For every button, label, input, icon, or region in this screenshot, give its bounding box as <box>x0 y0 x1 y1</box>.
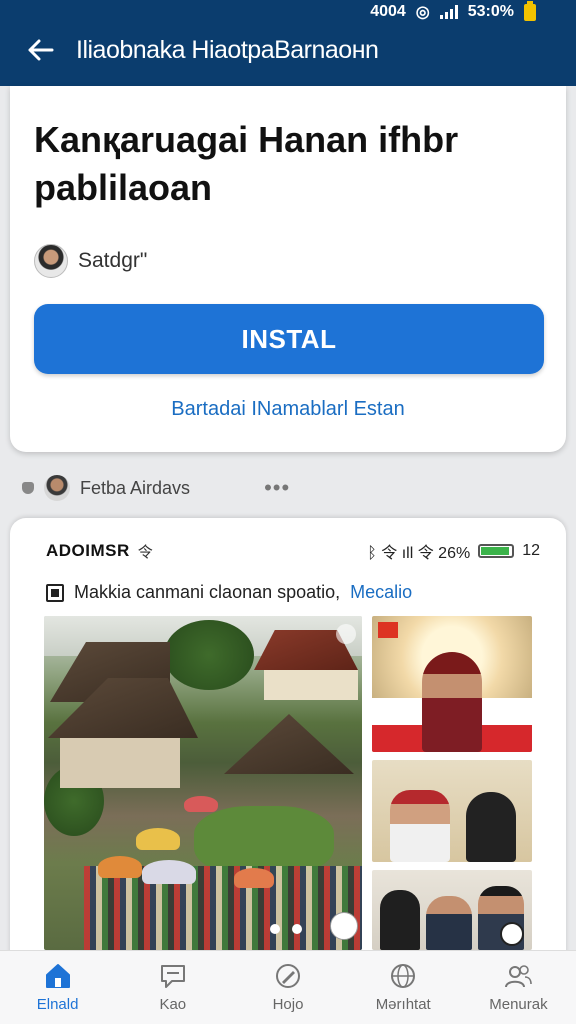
chat-icon <box>160 965 185 988</box>
publisher-row: Fetba Airdavs ••• <box>22 472 562 504</box>
preview-status-bar: ADOIMSR 令 ᛒ 令 ıll 令 26% 12 <box>46 540 540 562</box>
bottom-navigation: Elnald Kao Hojo Mərıhtat Menurak <box>0 950 576 1024</box>
globe-icon <box>391 964 416 988</box>
umbrella <box>184 796 218 812</box>
person-figure <box>426 896 472 950</box>
app-title: Kanқaruagai Hanan ifhbr pablilaoan <box>34 119 459 208</box>
install-button[interactable]: INSTAL <box>34 304 544 374</box>
nav-label-home: Elnald <box>36 996 79 1013</box>
nav-item-chat[interactable]: Kao <box>115 951 230 1024</box>
people-icon <box>505 965 533 988</box>
preview-status-right: ᛒ 令 ıll 令 26% 12 <box>367 539 540 563</box>
nav-item-home[interactable]: Elnald <box>0 951 115 1024</box>
umbrella <box>142 860 196 884</box>
tag-icon[interactable] <box>500 922 524 946</box>
thumbnail-group[interactable] <box>372 870 532 950</box>
nav-label-edit: Hojo <box>272 996 304 1013</box>
palm-tree <box>164 620 254 690</box>
thumbnail-badge <box>378 622 398 638</box>
person-figure <box>390 790 450 862</box>
photo-pager <box>270 924 302 934</box>
umbrella <box>234 868 274 888</box>
preview-caption: Makkia canmani claonan spoatio, Mecalio <box>46 582 412 603</box>
battery-icon <box>478 544 515 558</box>
edit-icon <box>276 964 300 988</box>
publisher-name[interactable]: Fetba Airdavs <box>80 478 190 499</box>
preview-time: 12 <box>522 542 540 559</box>
nav-label-chat: Kao <box>159 996 187 1013</box>
caption-link[interactable]: Mecalio <box>350 582 412 603</box>
thumbnail-portrait[interactable] <box>372 616 532 752</box>
developer-row[interactable]: Satdgr" <box>34 244 147 278</box>
nav-label-globe: Mərıhtat <box>375 996 431 1013</box>
house-wall <box>60 738 180 788</box>
person-figure <box>466 792 516 862</box>
top-bar: 4004 ◎ 53:0% Iliaobnaka HiaotpaBarnaoнn <box>0 0 576 86</box>
developer-name: Satdgr" <box>78 249 148 272</box>
person-figure <box>380 890 420 950</box>
secondary-link[interactable]: Bartadai INamablarl Estan <box>10 398 566 421</box>
caption-text: Makkia canmani claonan spoatio, <box>74 582 341 602</box>
more-options-icon[interactable]: ••• <box>264 475 290 501</box>
publisher-avatar[interactable] <box>44 475 70 501</box>
screenshot-preview-card: ADOIMSR 令 ᛒ 令 ıll 令 26% 12 Makkia canman… <box>10 518 566 958</box>
umbrella <box>98 856 142 878</box>
app-bar: Iliaobnaka HiaotpaBarnaoнn <box>0 24 576 76</box>
expand-icon[interactable] <box>336 624 356 644</box>
battery-icon <box>524 0 536 21</box>
signal-icon <box>439 5 458 19</box>
battery-percent: 53:0% <box>467 3 514 20</box>
nav-item-edit[interactable]: Hojo <box>230 951 345 1024</box>
gallery-icon <box>46 583 64 602</box>
status-left-text: 4004 <box>370 3 406 20</box>
pager-dot[interactable] <box>292 924 302 934</box>
shield-icon <box>22 482 34 494</box>
app-bar-title: Iliaobnaka HiaotpaBarnaoнn <box>76 35 379 64</box>
crowd <box>84 866 362 950</box>
preview-status-indicators: ᛒ 令 ıll 令 26% <box>367 545 471 562</box>
app-install-card: Kanқaruagai Hanan ifhbr pablilaoan Satdg… <box>10 86 566 452</box>
back-button[interactable] <box>12 24 68 76</box>
far-building <box>264 670 358 700</box>
status-bar: 4004 ◎ 53:0% <box>370 0 536 24</box>
main-photo[interactable] <box>44 616 362 950</box>
nav-item-globe[interactable]: Mərıhtat <box>346 951 461 1024</box>
home-icon <box>45 964 70 988</box>
back-arrow-icon <box>28 39 54 61</box>
zoom-icon[interactable] <box>330 912 358 940</box>
nav-label-people: Menurak <box>489 996 548 1013</box>
target-icon: ◎ <box>415 4 430 21</box>
portrait-figure <box>422 652 482 752</box>
umbrella <box>136 828 180 850</box>
pager-dot[interactable] <box>270 924 280 934</box>
preview-carrier: ADOIMSR <box>46 541 130 560</box>
wifi-icon: 令 <box>137 543 153 561</box>
nav-item-people[interactable]: Menurak <box>461 951 576 1024</box>
developer-avatar <box>34 244 68 278</box>
pavilion-roof <box>224 714 354 774</box>
thumbnail-meeting[interactable] <box>372 760 532 862</box>
